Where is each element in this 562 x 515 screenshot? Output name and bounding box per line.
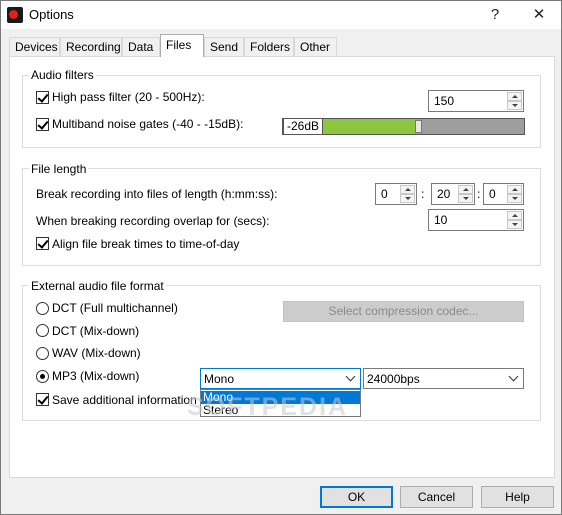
tab-send[interactable]: Send bbox=[204, 37, 244, 57]
radio-dct-mixdown-label: DCT (Mix-down) bbox=[52, 324, 140, 338]
bitrate-select-value: 24000bps bbox=[367, 372, 420, 386]
overlap-label: When breaking recording overlap for (sec… bbox=[36, 214, 270, 228]
channel-select-value: Mono bbox=[204, 372, 235, 386]
time-separator: : bbox=[477, 187, 481, 201]
minutes-spinner[interactable]: 20 bbox=[431, 183, 475, 205]
radio-wav-mixdown-label: WAV (Mix-down) bbox=[52, 346, 141, 360]
bitrate-select[interactable]: 24000bps bbox=[363, 368, 524, 389]
time-separator: : bbox=[421, 187, 425, 201]
spin-down-icon[interactable] bbox=[507, 101, 522, 110]
radio-dct-full[interactable] bbox=[36, 302, 49, 315]
spin-up-icon[interactable] bbox=[507, 211, 522, 220]
radio-mp3-mixdown-label: MP3 (Mix-down) bbox=[52, 369, 140, 383]
radio-mp3-mixdown[interactable] bbox=[36, 370, 49, 383]
tab-data[interactable]: Data bbox=[122, 37, 160, 57]
spin-up-icon[interactable] bbox=[458, 185, 473, 194]
seconds-spinner[interactable]: 0 bbox=[483, 183, 524, 205]
audio-filters-title: Audio filters bbox=[29, 68, 96, 82]
tab-folders[interactable]: Folders bbox=[244, 37, 294, 57]
chevron-down-icon bbox=[345, 371, 356, 382]
tab-devices[interactable]: Devices bbox=[9, 37, 60, 57]
overlap-spinner[interactable]: 10 bbox=[428, 209, 524, 231]
channel-dropdown-list: Mono Stereo bbox=[200, 389, 361, 417]
save-additional-label: Save additional information and bbox=[52, 393, 221, 407]
overlap-value: 10 bbox=[434, 213, 448, 227]
spin-up-icon[interactable] bbox=[507, 185, 522, 194]
high-pass-spinner[interactable]: 150 bbox=[428, 90, 524, 112]
level-readout: -26dB bbox=[283, 118, 323, 135]
spin-up-icon[interactable] bbox=[507, 92, 522, 101]
channel-select[interactable]: Mono bbox=[200, 368, 361, 389]
minutes-value: 20 bbox=[437, 187, 451, 201]
align-label: Align file break times to time-of-day bbox=[52, 237, 240, 251]
high-pass-checkbox[interactable] bbox=[36, 91, 49, 104]
cancel-button[interactable]: Cancel bbox=[400, 486, 473, 508]
select-codec-button: Select compression codec... bbox=[283, 301, 524, 322]
hours-spinner[interactable]: 0 bbox=[375, 183, 417, 205]
radio-dct-full-label: DCT (Full multichannel) bbox=[52, 301, 178, 315]
spin-down-icon[interactable] bbox=[507, 194, 522, 203]
noise-gate-level-slider[interactable]: -26dB bbox=[282, 118, 525, 135]
dropdown-option-stereo[interactable]: Stereo bbox=[201, 404, 360, 417]
ok-button[interactable]: OK bbox=[320, 486, 393, 508]
radio-dct-mixdown[interactable] bbox=[36, 324, 49, 337]
close-icon[interactable]: ✕ bbox=[525, 4, 553, 26]
title-bar: Options ? ✕ bbox=[1, 1, 561, 29]
help-icon[interactable]: ? bbox=[481, 4, 509, 26]
options-dialog: Options ? ✕ Devices Recording Data Files… bbox=[0, 0, 562, 515]
tab-other[interactable]: Other bbox=[294, 37, 337, 57]
file-length-title: File length bbox=[29, 162, 89, 176]
save-additional-checkbox[interactable] bbox=[36, 393, 49, 406]
app-icon bbox=[7, 7, 23, 23]
slider-thumb[interactable] bbox=[415, 120, 422, 133]
align-checkbox[interactable] bbox=[36, 237, 49, 250]
high-pass-value: 150 bbox=[434, 94, 455, 108]
help-button[interactable]: Help bbox=[481, 486, 554, 508]
window-title: Options bbox=[29, 7, 74, 22]
spin-up-icon[interactable] bbox=[400, 185, 415, 194]
tab-files[interactable]: Files bbox=[160, 34, 204, 57]
external-format-title: External audio file format bbox=[29, 279, 166, 293]
spin-down-icon[interactable] bbox=[458, 194, 473, 203]
spin-down-icon[interactable] bbox=[400, 194, 415, 203]
multiband-checkbox[interactable] bbox=[36, 118, 49, 131]
chevron-down-icon bbox=[508, 371, 519, 382]
break-length-label: Break recording into files of length (h:… bbox=[36, 187, 278, 201]
radio-wav-mixdown[interactable] bbox=[36, 347, 49, 360]
seconds-value: 0 bbox=[489, 187, 496, 201]
hours-value: 0 bbox=[381, 187, 388, 201]
high-pass-label: High pass filter (20 - 500Hz): bbox=[52, 90, 205, 104]
multiband-label: Multiband noise gates (-40 - -15dB): bbox=[52, 117, 244, 131]
spin-down-icon[interactable] bbox=[507, 220, 522, 229]
tab-recording[interactable]: Recording bbox=[60, 37, 122, 57]
